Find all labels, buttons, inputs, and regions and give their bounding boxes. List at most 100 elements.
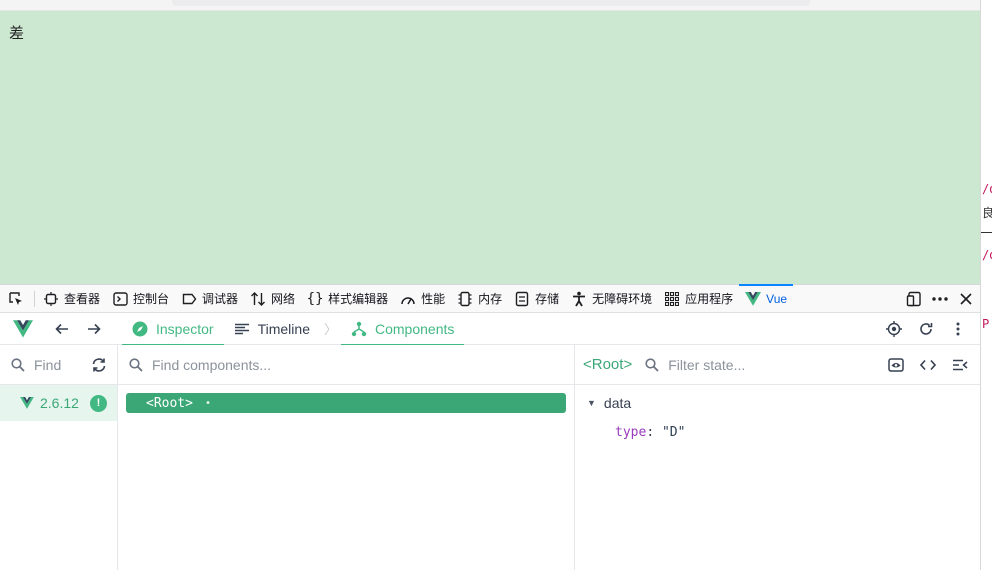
editor-edge-line: /d	[982, 248, 992, 262]
storage-icon	[514, 291, 530, 307]
search-icon	[10, 357, 26, 373]
more-options-icon[interactable]	[932, 291, 948, 307]
tab-inspector-vue[interactable]: Inspector	[122, 313, 224, 346]
tab-inspector[interactable]: 查看器	[37, 285, 106, 313]
debugger-icon	[181, 291, 197, 307]
close-icon[interactable]	[958, 291, 974, 307]
crosshair-icon[interactable]	[886, 320, 902, 337]
vue-logo-icon	[13, 319, 33, 337]
console-icon	[112, 291, 128, 307]
tab-label: 查看器	[64, 292, 101, 306]
vue-version: 2.6.12	[40, 395, 79, 411]
tab-label: 内存	[478, 292, 503, 306]
state-actions	[888, 357, 972, 373]
vue-devtools-header: Inspector Timeline 〉 Components	[0, 313, 980, 346]
editor-edge-line: /d	[982, 182, 992, 196]
vue-header-actions	[886, 320, 980, 337]
state-header: <Root>	[575, 345, 980, 385]
more-vertical-icon[interactable]	[950, 321, 966, 337]
application-icon	[664, 291, 680, 307]
selected-component-name: <Root>	[583, 356, 633, 373]
vue-logo-icon	[20, 397, 34, 409]
compass-icon	[132, 321, 148, 337]
tab-storage[interactable]: 存储	[508, 285, 565, 313]
prop-value: "D"	[661, 425, 686, 440]
tab-network[interactable]: 网络	[244, 285, 301, 313]
tab-application[interactable]: 应用程序	[658, 285, 739, 313]
memory-icon	[457, 291, 473, 307]
apps-pane: 2.6.12 !	[0, 345, 118, 570]
inspector-icon	[43, 291, 59, 307]
tab-memory[interactable]: 内存	[451, 285, 508, 313]
tab-vue[interactable]: Vue	[739, 283, 793, 313]
component-tree-pane: <Root> •	[118, 345, 575, 570]
tab-label: Timeline	[257, 320, 310, 337]
address-bar-shadow	[172, 0, 810, 6]
tab-accessibility[interactable]: 无障碍环境	[565, 285, 658, 313]
editor-edge-line: 良	[982, 204, 992, 221]
apps-search-input[interactable]	[34, 356, 84, 373]
vue-logo-icon	[745, 291, 762, 307]
page-text: 差	[9, 24, 25, 42]
vue-logo	[0, 313, 46, 345]
refresh-apps-icon[interactable]	[91, 357, 107, 373]
tab-label: 无障碍环境	[592, 292, 653, 306]
tab-label: 存储	[535, 292, 560, 306]
caret-down-icon: ▼	[587, 398, 596, 408]
tab-label: 调试器	[202, 292, 239, 306]
picker-icon	[8, 291, 24, 307]
components-search-input[interactable]	[152, 356, 564, 373]
chevron-right-icon: 〉	[323, 322, 337, 337]
tree-node-dot: •	[204, 397, 211, 409]
browser-top-strip	[0, 0, 980, 11]
tab-label: 性能	[421, 292, 446, 306]
eye-icon[interactable]	[888, 357, 904, 373]
performance-icon	[400, 291, 416, 307]
toolbar-separator	[34, 290, 35, 307]
tab-label: Inspector	[156, 320, 214, 337]
prop-key: type	[615, 425, 647, 440]
tab-label: 样式编辑器	[328, 292, 389, 306]
warning-badge: !	[89, 394, 107, 412]
devtools-right-actions	[906, 291, 980, 307]
tab-debugger[interactable]: 调试器	[175, 285, 244, 313]
state-filter-input[interactable]	[668, 356, 859, 373]
timeline-icon	[234, 321, 250, 337]
tab-timeline[interactable]: Timeline	[224, 313, 320, 345]
search-icon	[128, 357, 144, 373]
state-section-label: data	[603, 395, 632, 411]
tab-label: 应用程序	[685, 292, 734, 306]
components-search-row	[118, 345, 574, 385]
editor-edge-line: P	[982, 317, 990, 331]
search-icon	[644, 357, 660, 373]
editor-edge: /d 良 /d P	[980, 0, 992, 570]
dock-icon[interactable]	[906, 291, 922, 307]
network-icon	[250, 291, 266, 307]
prop-colon: :	[646, 425, 662, 440]
devtools-toolbar: 查看器 控制台 调试器 网络 {} 样式编辑器 性能 内存 存储 无障碍环境 应…	[0, 283, 980, 313]
tree-node-label: <Root>	[146, 395, 193, 411]
apps-search-row	[0, 345, 117, 385]
arrow-left-icon[interactable]	[54, 321, 70, 337]
tab-label: Vue	[766, 291, 788, 306]
state-section-data[interactable]: ▼ data	[575, 393, 980, 413]
tab-label: 控制台	[133, 292, 170, 306]
tab-style-editor[interactable]: {} 样式编辑器	[301, 285, 394, 313]
tab-performance[interactable]: 性能	[394, 285, 451, 313]
tab-components[interactable]: Components	[341, 313, 465, 346]
state-prop-row[interactable]: type: "D"	[575, 425, 980, 440]
collapse-list-icon[interactable]	[952, 357, 968, 373]
code-icon[interactable]	[920, 357, 936, 373]
accessibility-icon	[571, 291, 587, 307]
arrow-right-icon[interactable]	[86, 321, 102, 337]
app-item[interactable]: 2.6.12 !	[0, 385, 117, 421]
element-picker-button[interactable]	[0, 285, 32, 313]
tree-node-root[interactable]: <Root> •	[126, 393, 566, 413]
editor-edge-rule	[981, 232, 992, 233]
components-tree-icon	[351, 321, 367, 337]
history-nav	[46, 321, 110, 337]
tab-label: 网络	[271, 292, 296, 306]
tab-console[interactable]: 控制台	[106, 285, 175, 313]
page-content: 差	[0, 11, 980, 284]
refresh-icon[interactable]	[918, 321, 934, 337]
